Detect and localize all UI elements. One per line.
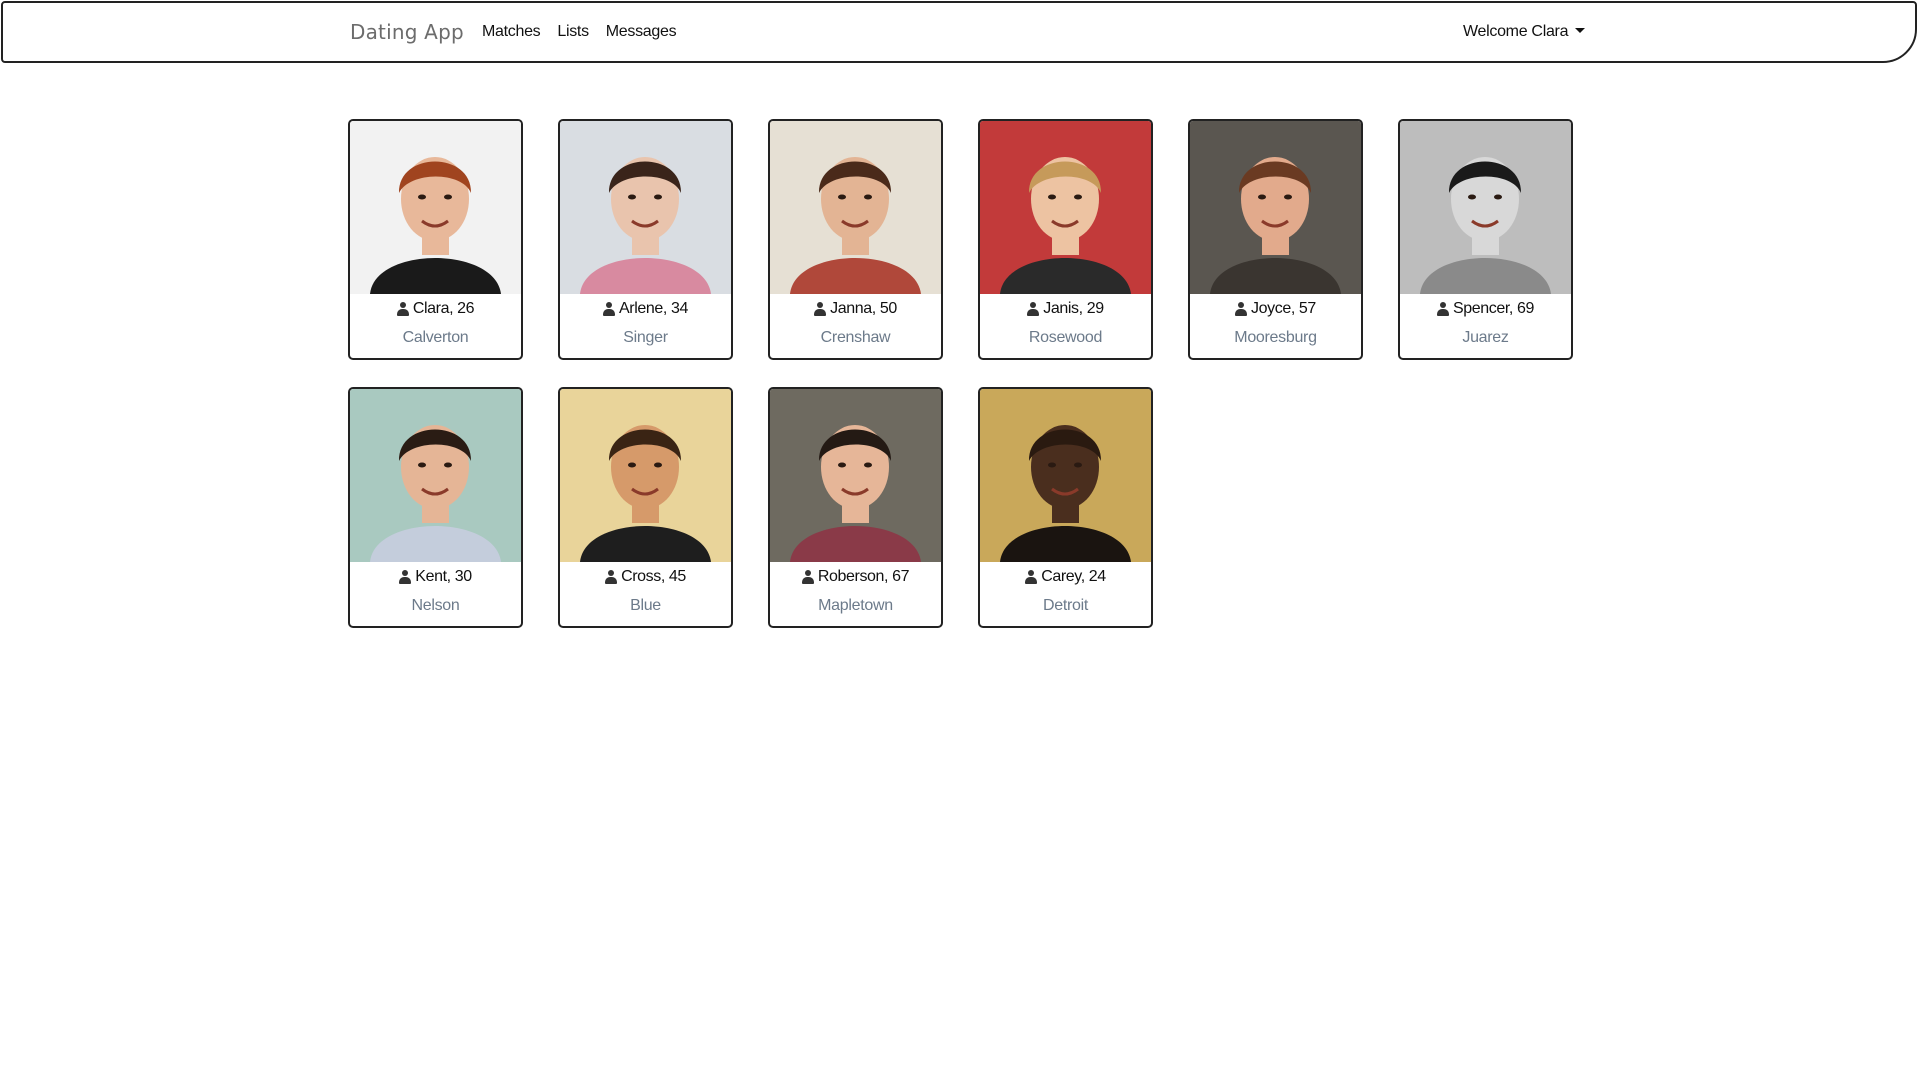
- member-photo[interactable]: [350, 121, 521, 294]
- member-card[interactable]: Arlene, 34 Singer: [558, 119, 733, 360]
- member-photo[interactable]: [980, 121, 1151, 294]
- member-city: Rosewood: [1028, 329, 1103, 346]
- member-name-line: Carey, 24: [980, 568, 1151, 586]
- member-city: Juarez: [1462, 329, 1509, 346]
- member-name-line: Janis, 29: [980, 300, 1151, 318]
- member-grid: Clara, 26 Calverton Arlene, 34 Singer Janna,…: [348, 119, 1573, 628]
- member-city: Crenshaw: [820, 329, 891, 346]
- member-card[interactable]: Spencer, 69 Juarez: [1398, 119, 1573, 360]
- member-city: Mooresburg: [1234, 329, 1317, 346]
- member-name-age: Janis, 29: [1043, 300, 1104, 317]
- member-photo[interactable]: [770, 389, 941, 562]
- member-name-age: Joyce, 57: [1251, 300, 1316, 317]
- member-info: Janis, 29 Rosewood: [980, 300, 1151, 347]
- top-navbar: Dating App Matches Lists Messages Welcom…: [1, 1, 1917, 63]
- nav-link-messages[interactable]: Messages: [606, 23, 677, 41]
- member-info: Carey, 24 Detroit: [980, 568, 1151, 615]
- user-dropdown[interactable]: Welcome Clara: [1463, 23, 1586, 41]
- member-city: Mapletown: [818, 597, 893, 614]
- member-card[interactable]: Janis, 29 Rosewood: [978, 119, 1153, 360]
- member-name-age: Janna, 50: [830, 300, 897, 317]
- member-name-line: Cross, 45: [560, 568, 731, 586]
- user-icon: [1027, 302, 1040, 316]
- nav-link-matches[interactable]: Matches: [482, 23, 541, 41]
- user-icon: [605, 570, 618, 584]
- nav-link-lists[interactable]: Lists: [557, 23, 589, 41]
- member-photo[interactable]: [560, 389, 731, 562]
- member-name-age: Roberson, 67: [817, 568, 910, 585]
- user-icon: [396, 302, 409, 316]
- member-name-line: Roberson, 67: [770, 568, 941, 586]
- member-name-age: Cross, 45: [621, 568, 686, 585]
- user-icon: [814, 302, 827, 316]
- member-card[interactable]: Janna, 50 Crenshaw: [768, 119, 943, 360]
- member-photo[interactable]: [980, 389, 1151, 562]
- member-info: Janna, 50 Crenshaw: [770, 300, 941, 347]
- nav-links: Matches Lists Messages: [482, 23, 677, 41]
- member-name-age: Spencer, 69: [1453, 300, 1534, 317]
- member-info: Joyce, 57 Mooresburg: [1190, 300, 1361, 347]
- member-name-line: Janna, 50: [770, 300, 941, 318]
- member-photo[interactable]: [1400, 121, 1571, 294]
- welcome-text: Welcome Clara: [1463, 23, 1569, 40]
- user-icon: [399, 570, 412, 584]
- chevron-down-icon: [1575, 27, 1586, 33]
- member-photo[interactable]: [560, 121, 731, 294]
- member-name-line: Kent, 30: [350, 568, 521, 586]
- member-city: Detroit: [1042, 597, 1089, 614]
- member-name-age: Clara, 26: [412, 300, 475, 317]
- member-city: Nelson: [411, 597, 460, 614]
- member-card[interactable]: Kent, 30 Nelson: [348, 387, 523, 628]
- member-name-age: Kent, 30: [415, 568, 472, 585]
- member-name-age: Carey, 24: [1041, 568, 1106, 585]
- member-photo[interactable]: [770, 121, 941, 294]
- member-info: Arlene, 34 Singer: [560, 300, 731, 347]
- member-city: Calverton: [402, 329, 469, 346]
- user-icon: [1437, 302, 1449, 316]
- member-photo[interactable]: [350, 389, 521, 562]
- user-icon: [1235, 302, 1248, 316]
- member-name-line: Clara, 26: [350, 300, 521, 318]
- user-icon: [801, 570, 814, 584]
- member-card[interactable]: Clara, 26 Calverton: [348, 119, 523, 360]
- user-icon: [1025, 570, 1038, 584]
- member-card[interactable]: Joyce, 57 Mooresburg: [1188, 119, 1363, 360]
- member-card[interactable]: Carey, 24 Detroit: [978, 387, 1153, 628]
- member-card[interactable]: Roberson, 67 Mapletown: [768, 387, 943, 628]
- member-name-age: Arlene, 34: [619, 300, 688, 317]
- member-card[interactable]: Cross, 45 Blue: [558, 387, 733, 628]
- member-city: Blue: [630, 597, 661, 614]
- member-photo[interactable]: [1190, 121, 1361, 294]
- member-info: Spencer, 69 Juarez: [1400, 300, 1571, 347]
- member-city: Singer: [623, 329, 668, 346]
- member-info: Clara, 26 Calverton: [350, 300, 521, 347]
- member-name-line: Spencer, 69: [1400, 300, 1571, 318]
- member-info: Cross, 45 Blue: [560, 568, 731, 615]
- member-name-line: Arlene, 34: [560, 300, 731, 318]
- brand-link[interactable]: Dating App: [350, 20, 464, 44]
- member-name-line: Joyce, 57: [1190, 300, 1361, 318]
- user-icon: [603, 302, 616, 316]
- member-info: Kent, 30 Nelson: [350, 568, 521, 615]
- member-info: Roberson, 67 Mapletown: [770, 568, 941, 615]
